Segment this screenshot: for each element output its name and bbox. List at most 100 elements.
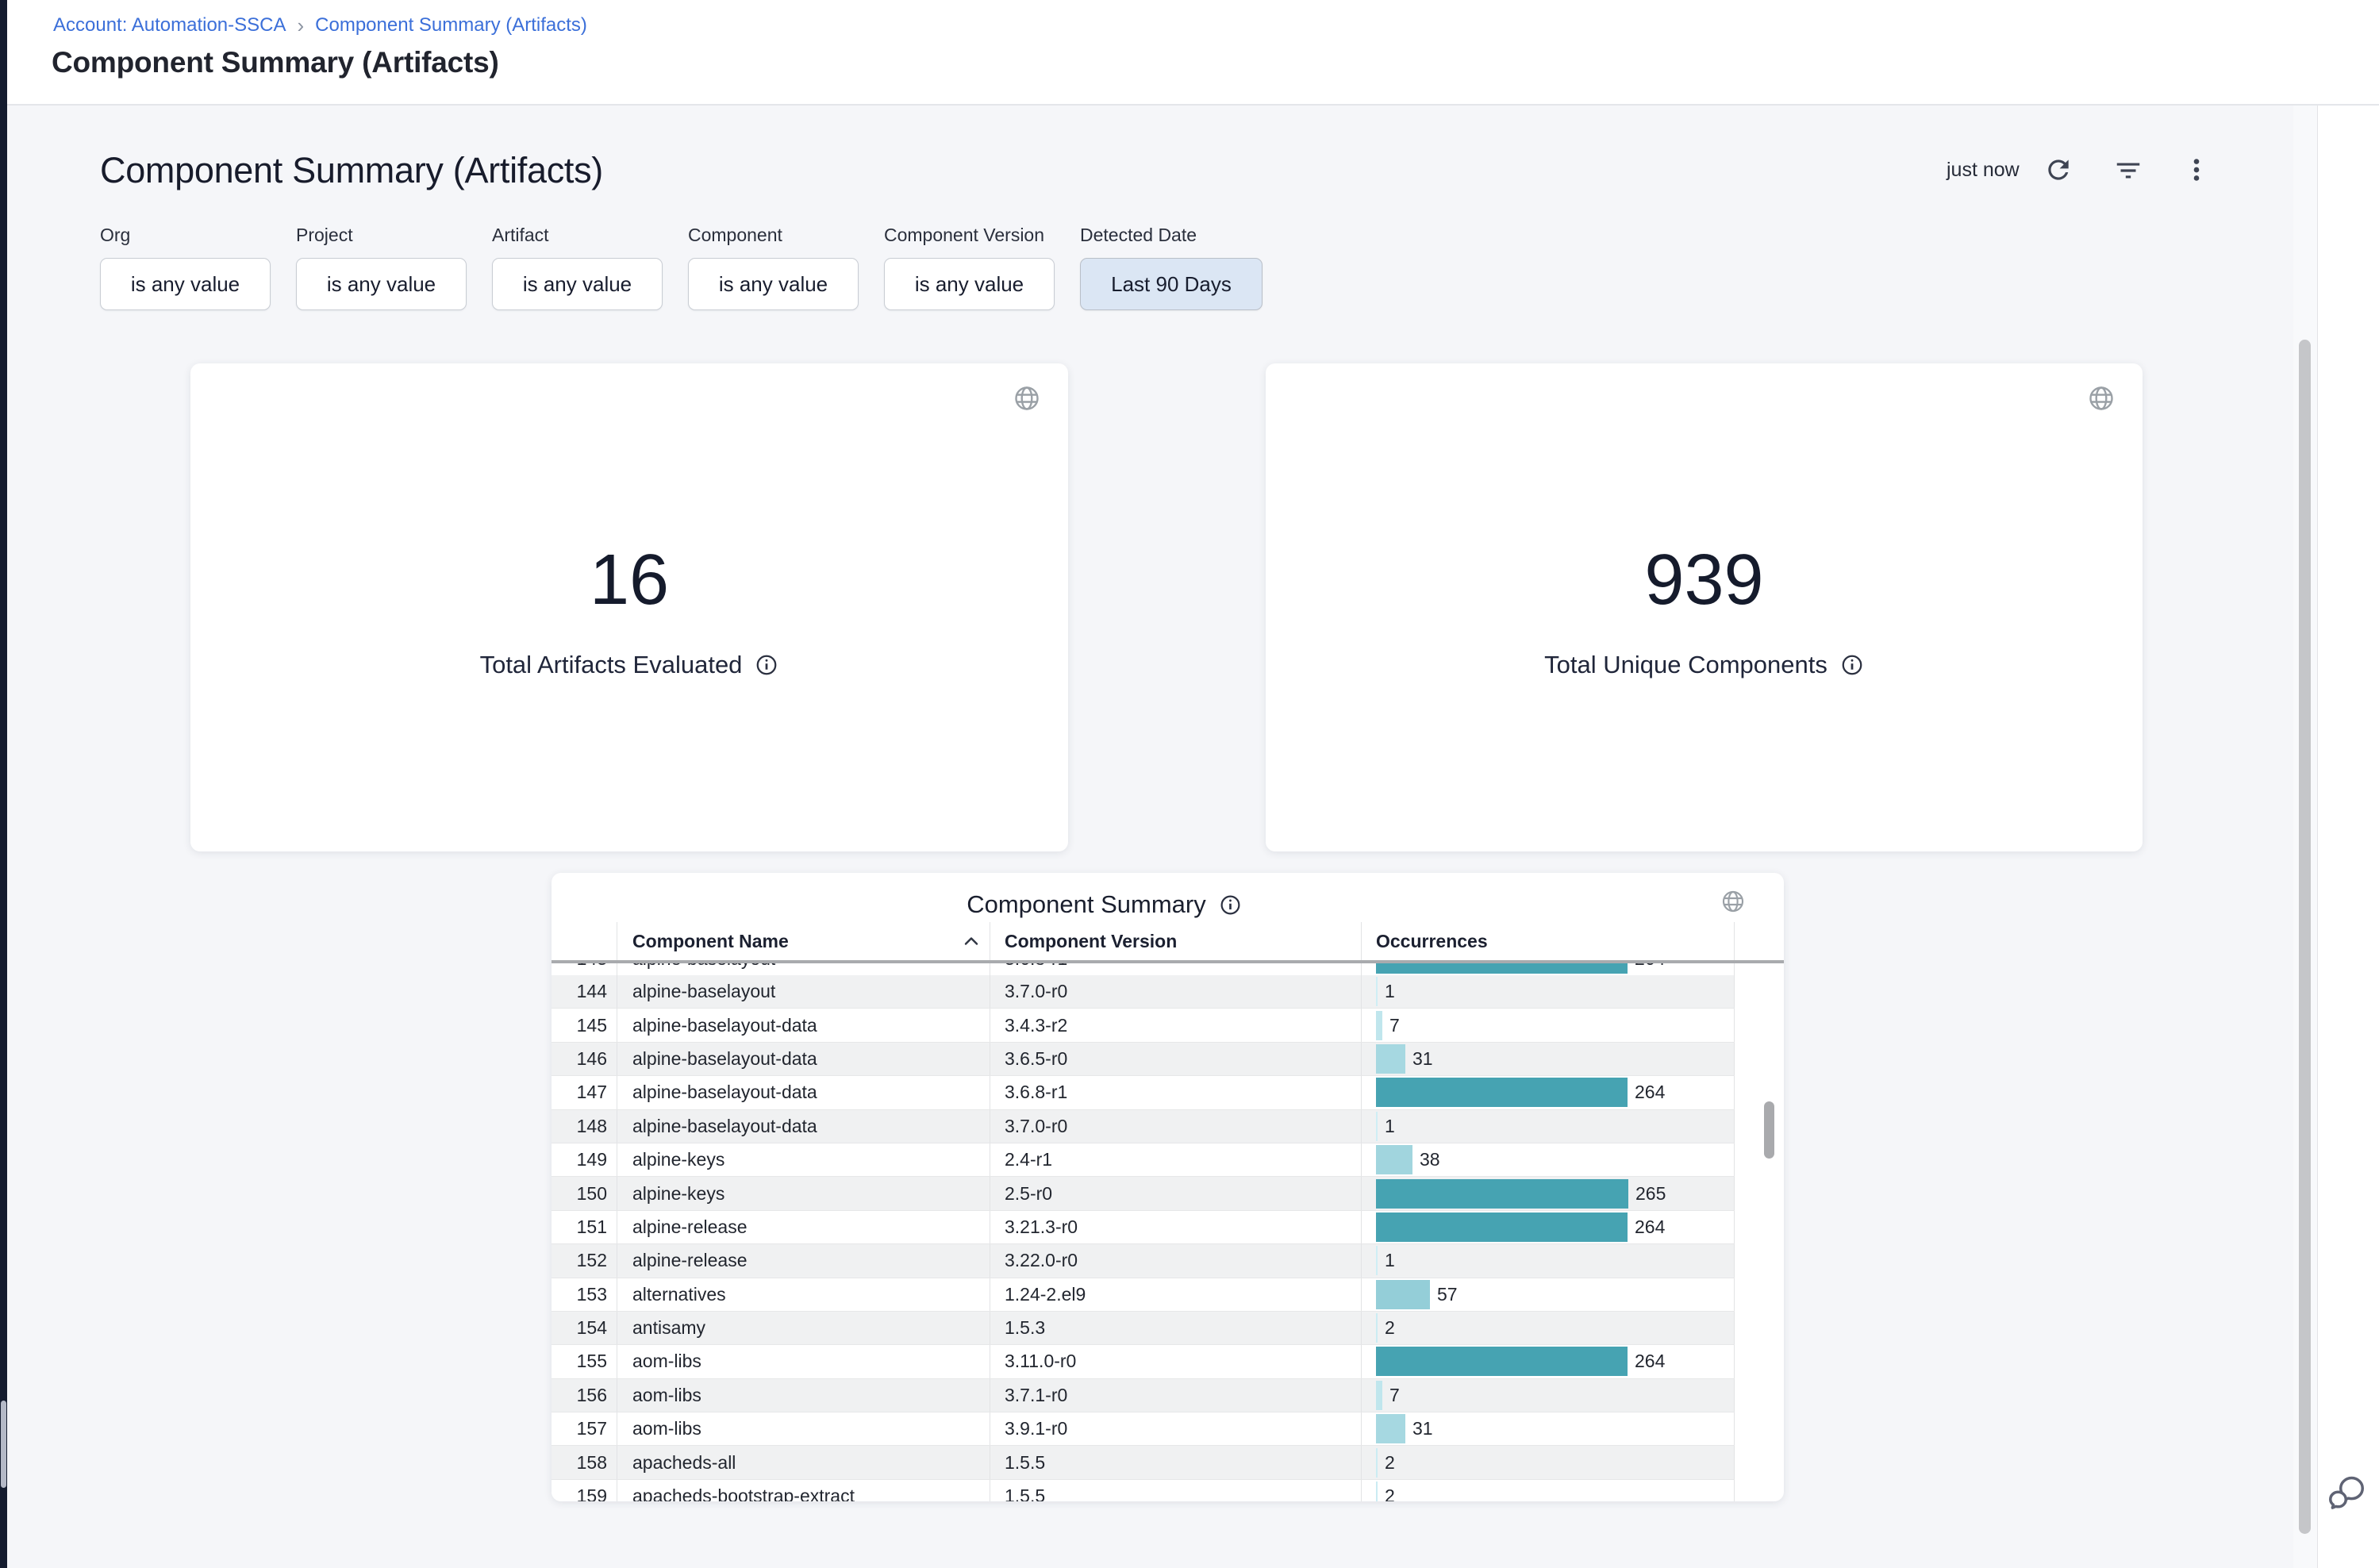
header-component-version[interactable]: Component Version — [990, 922, 1361, 960]
occurrence-value: 264 — [1635, 963, 1665, 970]
filter-value-button-artifact[interactable]: is any value — [492, 258, 663, 310]
header-component-name[interactable]: Component Name — [617, 922, 990, 960]
cell-component-name: alpine-keys — [617, 1143, 990, 1176]
table-row: 153alternatives1.24-2.el957 — [552, 1278, 1735, 1312]
cell-component-name: alpine-baselayout-data — [617, 1076, 990, 1109]
cell-component-version: 1.5.5 — [990, 1446, 1361, 1478]
occurrence-bar — [1376, 1347, 1628, 1376]
cell-component-version: 1.24-2.el9 — [990, 1278, 1361, 1311]
cell-occurrences: 38 — [1361, 1143, 1735, 1176]
breadcrumb-separator-icon: › — [297, 15, 304, 36]
breadcrumb-current-link[interactable]: Component Summary (Artifacts) — [315, 14, 587, 37]
table-header-row: Component Name Component Version Occurre… — [552, 922, 1735, 960]
cell-row-number: 147 — [552, 1076, 617, 1109]
dashboard-actions-menu-button[interactable] — [2185, 154, 2208, 186]
cell-occurrences: 2 — [1361, 1446, 1735, 1478]
cell-component-version: 3.9.1-r0 — [990, 1412, 1361, 1445]
header-occurrences[interactable]: Occurrences — [1361, 922, 1735, 960]
table-row: 154antisamy1.5.32 — [552, 1312, 1735, 1345]
dashboard-title: Component Summary (Artifacts) — [100, 150, 603, 191]
header-label: Occurrences — [1376, 931, 1488, 952]
filter-value-button-detected-date[interactable]: Last 90 Days — [1080, 258, 1263, 310]
table-row: 145alpine-baselayout-data3.4.3-r27 — [552, 1009, 1735, 1042]
header-label: Component Version — [1005, 931, 1177, 952]
occurrence-value: 2 — [1385, 1317, 1395, 1339]
filter-value-button-component-version[interactable]: is any value — [884, 258, 1055, 310]
cell-row-number: 149 — [552, 1143, 617, 1176]
filter-label: Org — [100, 225, 271, 246]
table-scrollbar-thumb[interactable] — [1764, 1101, 1774, 1159]
table-row-clipped: 143alpine-baselayout3.6.8-r1264 — [552, 963, 1735, 975]
sort-ascending-icon — [963, 935, 980, 947]
cell-component-version: 3.7.0-r0 — [990, 1110, 1361, 1143]
cell-row-number: 158 — [552, 1446, 617, 1478]
info-icon[interactable] — [755, 653, 778, 677]
filter-label: Detected Date — [1080, 225, 1263, 246]
cell-component-name: alpine-baselayout — [617, 975, 990, 1008]
refresh-icon — [2043, 155, 2073, 185]
occurrence-value: 31 — [1412, 1418, 1433, 1439]
table-row: 146alpine-baselayout-data3.6.5-r031 — [552, 1043, 1735, 1076]
filter-value-button-project[interactable]: is any value — [296, 258, 467, 310]
occurrence-value: 1 — [1385, 981, 1395, 1002]
page-title: Component Summary (Artifacts) — [52, 46, 499, 79]
cell-occurrences: 31 — [1361, 1412, 1735, 1445]
cell-occurrences: 7 — [1361, 1379, 1735, 1412]
info-icon[interactable] — [1840, 653, 1864, 677]
cell-component-version: 3.21.3-r0 — [990, 1211, 1361, 1243]
occurrence-bar — [1376, 1414, 1405, 1443]
filter-label: Component Version — [884, 225, 1055, 246]
cell-occurrences: 57 — [1361, 1278, 1735, 1311]
cell-occurrences: 1 — [1361, 975, 1735, 1008]
breadcrumb-account-link[interactable]: Account: Automation-SSCA — [53, 14, 286, 37]
table-row: 158apacheds-all1.5.52 — [552, 1446, 1735, 1479]
cell-component-name: alpine-baselayout-data — [617, 1110, 990, 1143]
cell-component-name: alpine-baselayout-data — [617, 1043, 990, 1075]
occurrence-value: 7 — [1389, 1385, 1400, 1406]
cell-row-number: 156 — [552, 1379, 617, 1412]
cell-component-version: 1.5.5 — [990, 1480, 1361, 1501]
table-row: 157aom-libs3.9.1-r031 — [552, 1412, 1735, 1446]
cell-row-number: 151 — [552, 1211, 617, 1243]
table-row: 147alpine-baselayout-data3.6.8-r1264 — [552, 1076, 1735, 1109]
table-row: 148alpine-baselayout-data3.7.0-r01 — [552, 1110, 1735, 1143]
last-refreshed-label: just now — [1947, 159, 2020, 182]
chat-help-button[interactable] — [2325, 1471, 2369, 1516]
table-row: 149alpine-keys2.4-r138 — [552, 1143, 1735, 1177]
occurrence-value: 264 — [1635, 1082, 1665, 1103]
cell-occurrences: 2 — [1361, 1312, 1735, 1344]
cell-row-number: 145 — [552, 1009, 617, 1041]
table-row: 155aom-libs3.11.0-r0264 — [552, 1345, 1735, 1378]
dashboard-filters-button[interactable] — [2112, 155, 2144, 186]
cell-component-name: alpine-release — [617, 1211, 990, 1243]
filter-group-component: Component is any value — [688, 225, 859, 310]
cell-component-name: alpine-baselayout-data — [617, 1009, 990, 1041]
occurrence-value: 265 — [1635, 1183, 1666, 1205]
cell-row-number: 155 — [552, 1345, 617, 1378]
tile-total-unique-components: 939 Total Unique Components — [1266, 363, 2143, 851]
cell-component-version: 3.6.5-r0 — [990, 1043, 1361, 1075]
filter-label: Project — [296, 225, 467, 246]
filter-value-button-component[interactable]: is any value — [688, 258, 859, 310]
occurrence-bar — [1376, 963, 1628, 974]
globe-icon — [1013, 384, 1041, 413]
filter-value-button-org[interactable]: is any value — [100, 258, 271, 310]
cell-component-name: apacheds-all — [617, 1446, 990, 1478]
occurrence-bar — [1376, 1448, 1378, 1478]
filter-group-project: Project is any value — [296, 225, 467, 310]
occurrence-value: 31 — [1412, 1048, 1433, 1070]
occurrence-value: 7 — [1389, 1015, 1400, 1036]
cell-component-version: 2.5-r0 — [990, 1177, 1361, 1209]
cell-occurrences: 7 — [1361, 1009, 1735, 1041]
cell-occurrences: 31 — [1361, 1043, 1735, 1075]
page-scrollbar-thumb[interactable] — [2299, 340, 2311, 1534]
cell-occurrences: 264 — [1361, 1211, 1735, 1243]
cell-component-version: 3.7.0-r0 — [990, 975, 1361, 1008]
cell-component-name: antisamy — [617, 1312, 990, 1344]
top-header-bar: Account: Automation-SSCA › Component Sum… — [7, 0, 2379, 106]
refresh-button[interactable] — [2043, 154, 2074, 186]
info-icon[interactable] — [1219, 894, 1242, 917]
cell-row-number: 150 — [552, 1177, 617, 1209]
header-row-number — [552, 922, 617, 960]
sidebar-scrollbar-thumb[interactable] — [1, 1401, 6, 1488]
